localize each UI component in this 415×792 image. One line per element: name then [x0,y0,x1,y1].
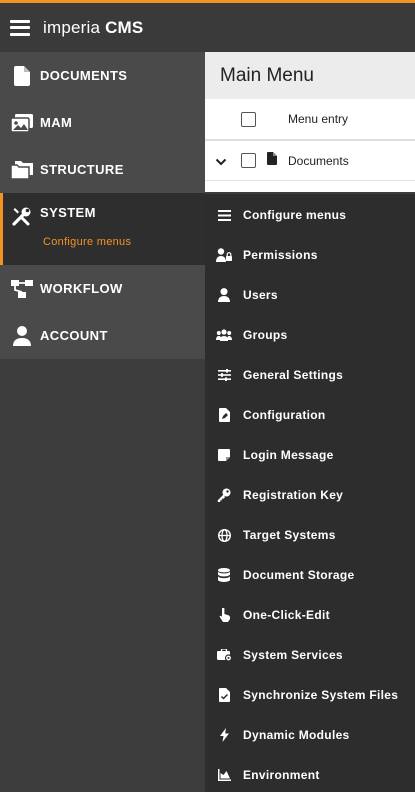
submenu-item-configuration[interactable]: Configuration [205,395,415,435]
submenu-item-document-storage[interactable]: Document Storage [205,555,415,595]
submenu-item-label: Permissions [243,248,318,262]
submenu-item-configure-menus[interactable]: Configure menus [205,195,415,235]
tools-icon [11,205,33,227]
nav-item-label: ACCOUNT [40,328,108,343]
nav-item-label: WORKFLOW [40,281,123,296]
submenu-item-environment[interactable]: Environment [205,755,415,792]
sliders-icon [216,367,232,383]
submenu-item-synchronize-system-files[interactable]: Synchronize System Files [205,675,415,715]
column-header-menu-entry: Menu entry [288,112,349,126]
nav-item-label: DOCUMENTS [40,68,128,83]
submenu-item-label: Synchronize System Files [243,688,399,702]
logo-light-text: imperia [43,17,101,37]
table-row[interactable]: Documents [205,141,415,181]
nav-item-structure[interactable]: STRUCTURE [0,146,205,193]
row-label: Documents [288,153,349,168]
note-icon [216,447,232,463]
globe-icon [216,527,232,543]
submenu-item-label: One-Click-Edit [243,608,330,622]
file-edit-icon [216,407,232,423]
submenu-item-label: Configure menus [243,208,347,222]
submenu-item-label: Target Systems [243,528,336,542]
row-checkbox[interactable] [241,153,256,168]
submenu-item-dynamic-modules[interactable]: Dynamic Modules [205,715,415,755]
submenu-item-label: General Settings [243,368,344,382]
submenu-item-login-message[interactable]: Login Message [205,435,415,475]
submenu-item-label: Users [243,288,278,302]
active-indicator [0,193,3,265]
logo-bold-text: CMS [105,17,144,37]
chevron-down-icon[interactable] [215,155,227,167]
submenu-item-groups[interactable]: Groups [205,315,415,355]
submenu-item-label: Groups [243,328,288,342]
submenu-item-label: Configuration [243,408,326,422]
document-icon [11,65,33,87]
pointer-icon [216,607,232,623]
app-logo[interactable]: imperia CMS [43,18,143,38]
user-icon [216,287,232,303]
submenu-item-registration-key[interactable]: Registration Key [205,475,415,515]
table-header-row: Menu entry [205,99,415,141]
submenu-item-general-settings[interactable]: General Settings [205,355,415,395]
chart-area-icon [216,767,232,783]
database-icon [216,567,232,583]
sidebar: DOCUMENTS MAM STRUCTURE SYSTEM Configure… [0,52,205,792]
submenu-item-label: Login Message [243,448,334,462]
nav-item-account[interactable]: ACCOUNT [0,312,205,359]
submenu-item-label: Environment [243,768,320,782]
submenu-item-label: Dynamic Modules [243,728,350,742]
toolbox-icon [216,647,232,663]
nav-item-system[interactable]: SYSTEM Configure menus [0,193,205,265]
system-submenu: Configure menus Permissions Users Groups… [205,194,415,792]
submenu-item-users[interactable]: Users [205,275,415,315]
nav-item-documents[interactable]: DOCUMENTS [0,52,205,99]
workflow-icon [11,278,33,300]
nav-item-label: STRUCTURE [40,162,124,177]
select-all-checkbox[interactable] [241,111,256,127]
bolt-icon [216,727,232,743]
nav-item-mam[interactable]: MAM [0,99,205,146]
nav-item-workflow[interactable]: WORKFLOW [0,265,205,312]
user-icon [11,325,33,347]
list-icon [216,207,232,223]
nav-item-label: SYSTEM [40,205,96,220]
submenu-item-permissions[interactable]: Permissions [205,235,415,275]
file-check-icon [216,687,232,703]
submenu-item-label: System Services [243,648,343,662]
nav-item-label: MAM [40,115,73,130]
submenu-item-one-click-edit[interactable]: One-Click-Edit [205,595,415,635]
hamburger-menu-icon[interactable] [10,19,30,36]
top-bar: imperia CMS [0,0,415,52]
images-icon [11,112,33,134]
key-icon [216,487,232,503]
group-icon [216,327,232,343]
user-lock-icon [216,247,232,263]
main-panel: Main Menu Menu entry Documents [205,52,415,192]
document-icon [267,151,277,170]
submenu-item-target-systems[interactable]: Target Systems [205,515,415,555]
folders-icon [11,159,33,181]
page-title: Main Menu [205,52,415,99]
submenu-item-system-services[interactable]: System Services [205,635,415,675]
submenu-item-label: Registration Key [243,488,344,502]
nav-sub-label-configure-menus[interactable]: Configure menus [43,236,131,248]
submenu-item-label: Document Storage [243,568,355,582]
